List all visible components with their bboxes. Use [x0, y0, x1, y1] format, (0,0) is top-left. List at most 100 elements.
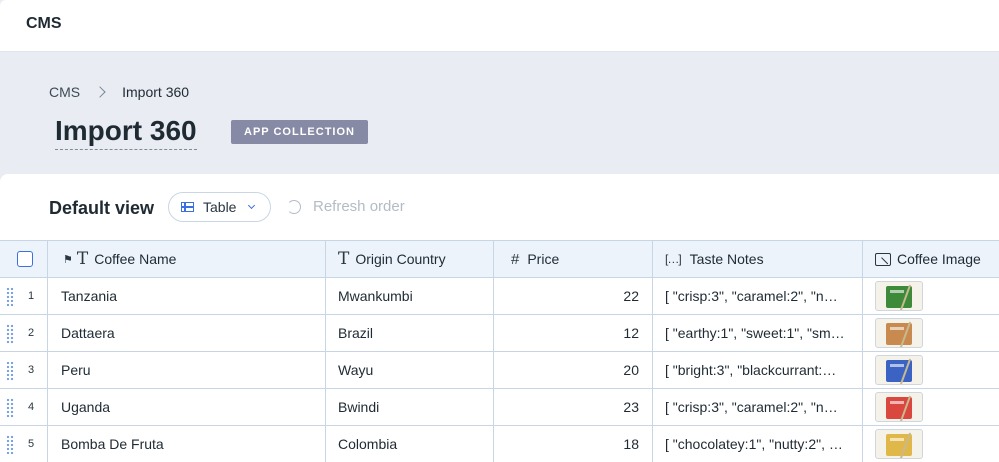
- coffee-image-thumbnail[interactable]: [875, 429, 923, 459]
- drag-handle-icon[interactable]: [6, 324, 14, 344]
- cell-text: Mwankumbi: [338, 288, 413, 304]
- table-header-row: ⚑ T Coffee Name T Origin Country # Price…: [0, 240, 999, 278]
- number-field-icon: #: [511, 250, 520, 268]
- row-handle-cell: 5: [0, 426, 48, 462]
- breadcrumb-cms-link[interactable]: CMS: [49, 84, 80, 100]
- row-number: 3: [27, 364, 35, 376]
- cell-text: Dattaera: [61, 325, 115, 341]
- drag-handle-icon[interactable]: [6, 398, 14, 418]
- row-number: 2: [27, 327, 35, 339]
- cell-price[interactable]: 12: [494, 315, 653, 351]
- coffee-image-thumbnail[interactable]: [875, 392, 923, 422]
- cell-coffee-name[interactable]: Peru: [48, 352, 326, 388]
- cell-text: 20: [623, 362, 639, 378]
- refresh-icon: [287, 199, 301, 214]
- cell-coffee-image[interactable]: [863, 278, 999, 314]
- drag-handle-icon[interactable]: [6, 287, 14, 307]
- cell-text: 23: [623, 399, 639, 415]
- cell-text: Brazil: [338, 325, 374, 341]
- drag-handle-icon[interactable]: [6, 361, 14, 381]
- cell-coffee-image[interactable]: [863, 352, 999, 388]
- select-all-cell: [0, 241, 48, 277]
- column-label: Coffee Name: [94, 251, 177, 267]
- table-row[interactable]: 3 Peru Wayu 20 [ "bright:3", "blackcurrant:…: [0, 352, 999, 389]
- cell-origin-country[interactable]: Brazil: [326, 315, 494, 351]
- table-icon: [181, 202, 194, 212]
- cell-origin-country[interactable]: Mwankumbi: [326, 278, 494, 314]
- cell-text: Bomba De Fruta: [61, 436, 164, 452]
- top-bar: CMS: [0, 0, 999, 52]
- cell-text: [ "bright:3", "blackcurrant:…: [665, 362, 837, 378]
- table-view-label: Table: [203, 199, 237, 215]
- cell-text: [ "earthy:1", "sweet:1", "sm…: [665, 325, 845, 341]
- row-handle-cell: 1: [0, 278, 48, 314]
- breadcrumb: CMS Import 360: [49, 84, 189, 100]
- app-collection-badge: APP COLLECTION: [231, 120, 368, 144]
- cell-taste-notes[interactable]: [ "crisp:3", "caramel:2", "nu…: [653, 278, 863, 314]
- cell-text: Uganda: [61, 399, 111, 415]
- column-header-coffee-image[interactable]: Coffee Image: [863, 241, 999, 277]
- cell-coffee-image[interactable]: [863, 389, 999, 425]
- coffee-image-thumbnail[interactable]: [875, 281, 923, 311]
- cell-price[interactable]: 18: [494, 426, 653, 462]
- cell-price[interactable]: 22: [494, 278, 653, 314]
- cell-text: Tanzania: [61, 288, 118, 304]
- coffee-image-thumbnail[interactable]: [875, 318, 923, 348]
- cell-coffee-name[interactable]: Bomba De Fruta: [48, 426, 326, 462]
- refresh-order-label: Refresh order: [313, 198, 405, 215]
- refresh-order-button[interactable]: Refresh order: [287, 198, 405, 215]
- collection-panel: Default view Table Refresh order ⚑ T Cof…: [0, 174, 999, 462]
- drag-handle-icon[interactable]: [6, 435, 14, 455]
- chevron-right-icon: [94, 86, 106, 98]
- coffee-image-thumbnail[interactable]: [875, 355, 923, 385]
- cell-text: Colombia: [338, 436, 398, 452]
- cell-text: Peru: [61, 362, 91, 378]
- table-row[interactable]: 2 Dattaera Brazil 12 [ "earthy:1", "sweet:1"…: [0, 315, 999, 352]
- cell-origin-country[interactable]: Bwindi: [326, 389, 494, 425]
- cell-coffee-name[interactable]: Dattaera: [48, 315, 326, 351]
- cell-text: [ "chocolatey:1", "nutty:2", "…: [665, 436, 845, 452]
- array-field-icon: […]: [665, 252, 682, 266]
- cell-origin-country[interactable]: Wayu: [326, 352, 494, 388]
- cell-coffee-name[interactable]: Uganda: [48, 389, 326, 425]
- app-title: CMS: [26, 15, 62, 32]
- cell-coffee-image[interactable]: [863, 315, 999, 351]
- row-number: 4: [27, 401, 35, 413]
- column-header-taste-notes[interactable]: […] Taste Notes: [653, 241, 863, 277]
- cell-taste-notes[interactable]: [ "chocolatey:1", "nutty:2", "…: [653, 426, 863, 462]
- table-row[interactable]: 4 Uganda Bwindi 23 [ "crisp:3", "caramel:2",…: [0, 389, 999, 426]
- image-field-icon: [875, 252, 891, 266]
- row-number: 5: [27, 438, 35, 450]
- primary-field-flag-icon: ⚑: [63, 253, 73, 266]
- breadcrumb-current: Import 360: [122, 84, 190, 100]
- cell-taste-notes[interactable]: [ "crisp:3", "caramel:2", "nu…: [653, 389, 863, 425]
- view-title: Default view: [49, 198, 155, 218]
- cell-coffee-image[interactable]: [863, 426, 999, 462]
- row-handle-cell: 2: [0, 315, 48, 351]
- column-label: Origin Country: [355, 251, 446, 267]
- column-header-price[interactable]: # Price: [494, 241, 653, 277]
- cell-price[interactable]: 20: [494, 352, 653, 388]
- column-header-origin-country[interactable]: T Origin Country: [326, 241, 494, 277]
- cell-coffee-name[interactable]: Tanzania: [48, 278, 326, 314]
- table-view-dropdown[interactable]: Table: [168, 192, 271, 222]
- table-row[interactable]: 1 Tanzania Mwankumbi 22 [ "crisp:3", "carame…: [0, 278, 999, 315]
- cell-text: 18: [623, 436, 639, 452]
- cell-taste-notes[interactable]: [ "bright:3", "blackcurrant:…: [653, 352, 863, 388]
- text-field-icon: T: [76, 249, 89, 269]
- column-label: Taste Notes: [689, 251, 764, 267]
- column-label: Coffee Image: [897, 251, 981, 267]
- cell-text: 12: [623, 325, 639, 341]
- table-row[interactable]: 5 Bomba De Fruta Colombia 18 [ "chocolatey:1…: [0, 426, 999, 462]
- cell-price[interactable]: 23: [494, 389, 653, 425]
- column-header-coffee-name[interactable]: ⚑ T Coffee Name: [48, 241, 326, 277]
- view-toolbar: Default view Table Refresh order: [0, 174, 999, 240]
- chevron-down-icon: [248, 201, 256, 210]
- select-all-checkbox[interactable]: [17, 251, 33, 267]
- column-label: Price: [527, 251, 560, 267]
- row-handle-cell: 4: [0, 389, 48, 425]
- cell-origin-country[interactable]: Colombia: [326, 426, 494, 462]
- cell-text: [ "crisp:3", "caramel:2", "nu…: [665, 399, 845, 415]
- cell-taste-notes[interactable]: [ "earthy:1", "sweet:1", "sm…: [653, 315, 863, 351]
- page-title[interactable]: Import 360: [55, 115, 197, 150]
